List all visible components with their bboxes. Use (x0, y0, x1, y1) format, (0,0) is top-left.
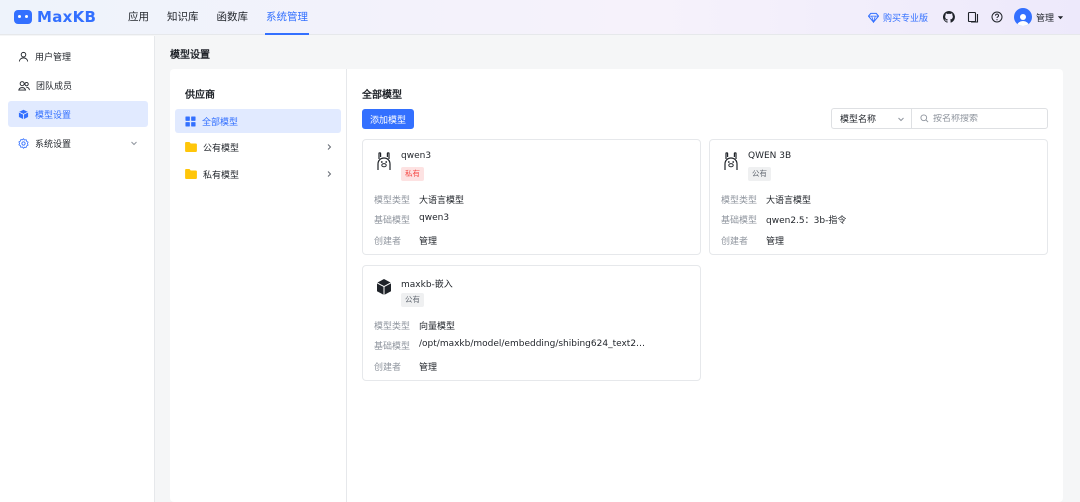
avatar[interactable] (1013, 8, 1032, 26)
model-type-row: 模型类型 大语言模型 (721, 193, 811, 206)
logo[interactable]: MaxKB (14, 8, 120, 26)
search-input[interactable] (933, 113, 1043, 124)
field-label: 创建者 (721, 237, 749, 247)
logo-text: MaxKB (37, 8, 97, 26)
user-name[interactable]: 管理 (1036, 11, 1054, 24)
sidebar-item-models[interactable]: 模型设置 (8, 101, 148, 127)
model-type-value: 大语言模型 (766, 196, 812, 206)
diamond-icon (867, 12, 879, 23)
provider-item-all[interactable]: 全部模型 (175, 109, 341, 133)
creator-row: 创建者 管理 (374, 360, 437, 373)
model-type-row: 模型类型 向量模型 (374, 319, 455, 332)
folder-icon (185, 142, 197, 152)
field-label: 基础模型 (374, 216, 411, 226)
top-header: MaxKB 应用 知识库 函数库 系统管理 购买专业版 管理 (0, 0, 1080, 35)
provider-item-label: 私有模型 (203, 170, 240, 181)
chevron-down-icon (898, 117, 904, 121)
search-box[interactable] (911, 108, 1048, 129)
provider-item-label: 全部模型 (202, 117, 239, 128)
models-title: 全部模型 (362, 90, 402, 101)
caret-down-icon[interactable] (1057, 14, 1064, 21)
nav-item-functions[interactable]: 函数库 (209, 0, 257, 35)
creator-value: 管理 (419, 237, 438, 247)
help-icon[interactable] (990, 10, 1004, 24)
folder-icon (185, 169, 197, 179)
field-label: 基础模型 (721, 216, 758, 226)
header-actions: 购买专业版 管理 (867, 8, 1064, 26)
model-card[interactable]: qwen3 私有 模型类型 大语言模型 基础模型 qwen3 创建者 管理 (362, 139, 701, 255)
status-badge: 私有 (401, 167, 424, 181)
nav-item-apps[interactable]: 应用 (120, 0, 157, 35)
field-label: 创建者 (374, 237, 402, 247)
cube-icon (374, 277, 394, 297)
gear-icon (18, 137, 29, 149)
search-icon (920, 114, 929, 123)
field-label: 模型类型 (374, 322, 411, 332)
sidebar-item-users[interactable]: 用户管理 (8, 43, 148, 69)
main-nav: 应用 知识库 函数库 系统管理 (120, 0, 318, 35)
base-model-value: qwen2.5：3b-指令 (766, 216, 847, 226)
sidebar-item-settings[interactable]: 系统设置 (8, 130, 148, 156)
model-name: qwen3 (401, 151, 432, 161)
user-icon (18, 51, 29, 62)
provider-item-public[interactable]: 公有模型 (175, 135, 341, 159)
filter-select[interactable]: 模型名称 (831, 108, 911, 129)
base-model-value: qwen3 (419, 213, 450, 223)
logo-icon (14, 10, 32, 24)
nav-item-knowledge[interactable]: 知识库 (159, 0, 207, 35)
model-card[interactable]: QWEN 3B 公有 模型类型 大语言模型 基础模型 qwen2.5：3b-指令… (709, 139, 1048, 255)
upgrade-link[interactable]: 购买专业版 (867, 11, 928, 24)
docs-icon[interactable] (966, 10, 980, 24)
sidebar-item-label: 用户管理 (35, 52, 72, 63)
base-model-row: 基础模型 /opt/maxkb/model/embedding/shibing6… (374, 339, 645, 352)
model-name: QWEN 3B (748, 151, 792, 161)
status-badge: 公有 (748, 167, 771, 181)
filter-select-value: 模型名称 (840, 115, 877, 125)
provider-list: 供应商 全部模型 公有模型 私有模型 (170, 69, 347, 502)
base-model-row: 基础模型 qwen3 (374, 213, 449, 226)
creator-row: 创建者 管理 (374, 234, 437, 247)
status-badge: 公有 (401, 293, 424, 307)
field-label: 模型类型 (374, 196, 411, 206)
model-card[interactable]: maxkb-嵌入 公有 模型类型 向量模型 基础模型 /opt/maxkb/mo… (362, 265, 701, 381)
creator-value: 管理 (419, 363, 438, 373)
creator-row: 创建者 管理 (721, 234, 784, 247)
cube-icon (18, 109, 29, 119)
sidebar-item-label: 系统设置 (35, 139, 72, 150)
main-panel: 供应商 全部模型 公有模型 私有模型 全部模型 添加模型 模型名称 qwen3 … (170, 69, 1063, 502)
llama-icon (721, 151, 741, 171)
model-type-value: 向量模型 (419, 322, 456, 332)
creator-value: 管理 (766, 237, 785, 247)
provider-item-private[interactable]: 私有模型 (175, 162, 341, 186)
model-name: maxkb-嵌入 (401, 280, 453, 290)
field-label: 模型类型 (721, 196, 758, 206)
upgrade-label: 购买专业版 (882, 13, 928, 24)
sidebar-item-label: 模型设置 (35, 110, 72, 121)
model-type-value: 大语言模型 (419, 196, 465, 206)
sidebar: 用户管理 团队成员 模型设置 系统设置 (0, 36, 155, 502)
field-label: 基础模型 (374, 342, 411, 352)
page-title: 模型设置 (170, 50, 210, 61)
model-type-row: 模型类型 大语言模型 (374, 193, 464, 206)
nav-item-system[interactable]: 系统管理 (258, 0, 316, 35)
chevron-right-icon[interactable] (325, 143, 333, 151)
field-label: 创建者 (374, 363, 402, 373)
llama-icon (374, 151, 394, 171)
chevron-down-icon[interactable] (130, 139, 138, 147)
provider-title: 供应商 (185, 90, 215, 101)
grid-icon (185, 115, 196, 127)
base-model-row: 基础模型 qwen2.5：3b-指令 (721, 213, 846, 226)
team-icon (18, 80, 30, 91)
chevron-right-icon[interactable] (325, 170, 333, 178)
sidebar-item-team[interactable]: 团队成员 (8, 72, 148, 98)
user-avatar-icon (1016, 14, 1029, 26)
add-model-button[interactable]: 添加模型 (362, 109, 414, 129)
base-model-value: /opt/maxkb/model/embedding/shibing624_te… (419, 339, 646, 349)
sidebar-item-label: 团队成员 (36, 81, 73, 92)
github-icon[interactable] (942, 10, 956, 24)
provider-item-label: 公有模型 (203, 143, 240, 154)
